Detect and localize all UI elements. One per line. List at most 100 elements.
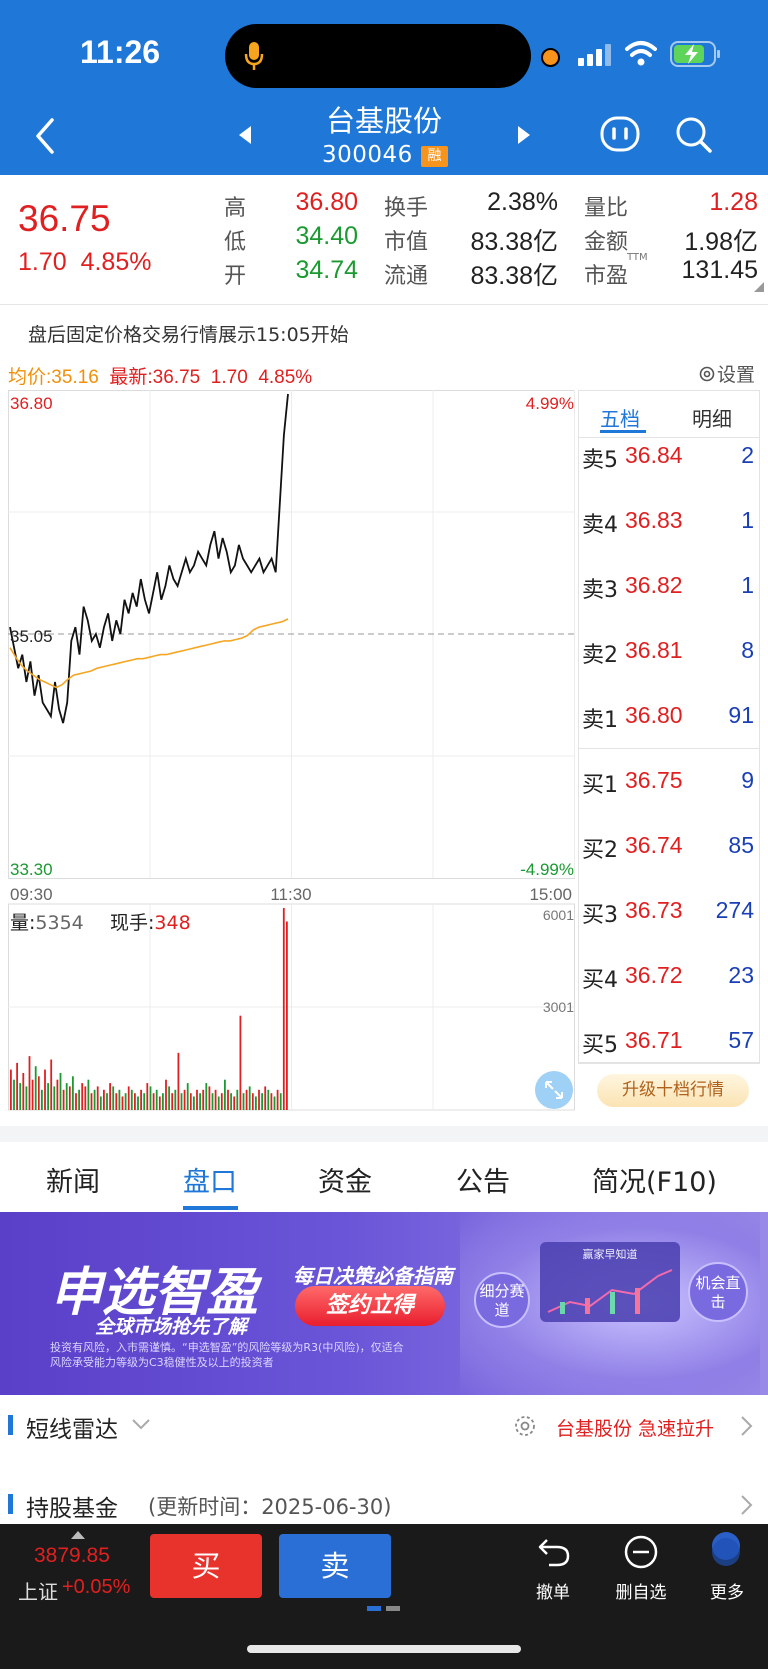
tab-capital[interactable]: 资金 bbox=[318, 1160, 372, 1199]
volume-bar bbox=[93, 1089, 96, 1110]
divider bbox=[578, 437, 760, 438]
expand-corner-icon[interactable] bbox=[754, 282, 764, 292]
chevron-right-icon[interactable] bbox=[740, 1494, 754, 1516]
stat-value: 1.98亿 bbox=[684, 228, 758, 256]
wifi-icon bbox=[625, 41, 657, 66]
volume-bar bbox=[44, 1069, 46, 1110]
chart-settings-button[interactable]: 设置 bbox=[697, 360, 755, 387]
chevron-down-icon[interactable] bbox=[131, 1418, 151, 1430]
stat-value: 2.38% bbox=[487, 188, 558, 216]
order-level-label: 卖5 bbox=[582, 448, 618, 473]
order-level-volume: 23 bbox=[728, 962, 754, 988]
more-icon[interactable] bbox=[710, 1530, 742, 1570]
stat-label: 量比 bbox=[584, 196, 629, 221]
cellular-signal-icon bbox=[578, 44, 611, 66]
stat-label: 换手 bbox=[384, 196, 429, 221]
active-tab-indicator bbox=[183, 1206, 238, 1210]
volume-bar bbox=[251, 1093, 254, 1110]
volume-bar bbox=[208, 1086, 211, 1110]
volume-bar bbox=[273, 1096, 276, 1110]
promo-banner[interactable]: 赢家早知道 细分赛道 机会直击 申选智盈 全球市场抢先了解 每日决策必备指南 签… bbox=[0, 1212, 768, 1395]
search-icon[interactable] bbox=[675, 116, 713, 154]
volume-bar bbox=[28, 1056, 31, 1110]
section-marker bbox=[8, 1494, 13, 1514]
chevron-right-icon[interactable] bbox=[740, 1415, 754, 1437]
more-label[interactable]: 更多 bbox=[702, 1578, 752, 1603]
volume-bar bbox=[233, 1096, 236, 1110]
volume-bar bbox=[193, 1096, 195, 1110]
tab-news[interactable]: 新闻 bbox=[46, 1160, 100, 1199]
radar-settings-icon[interactable] bbox=[512, 1413, 538, 1439]
remove-watchlist-label[interactable]: 删自选 bbox=[608, 1578, 674, 1603]
volume-bar bbox=[115, 1093, 118, 1110]
tab-detail[interactable]: 明细 bbox=[692, 403, 732, 432]
latest-change: 1.70 bbox=[210, 367, 248, 388]
volume-bar bbox=[143, 1093, 146, 1110]
order-level-price: 36.72 bbox=[625, 962, 683, 988]
volume-bar bbox=[258, 1089, 260, 1110]
banner-chart-board: 赢家早知道 bbox=[540, 1242, 680, 1322]
order-level-volume: 91 bbox=[728, 702, 754, 728]
volume-bar bbox=[106, 1093, 108, 1110]
index-value[interactable]: 3879.85 bbox=[34, 1544, 110, 1568]
volume-bar bbox=[165, 1079, 167, 1110]
volume-bar bbox=[90, 1093, 93, 1110]
volume-bar bbox=[224, 1079, 226, 1110]
fullscreen-button[interactable] bbox=[535, 1071, 573, 1109]
holding-funds-title[interactable]: 持股基金 bbox=[26, 1489, 118, 1523]
volume-bar bbox=[217, 1096, 220, 1110]
assistant-icon[interactable] bbox=[600, 116, 640, 154]
volume-label: 量:5354 bbox=[10, 912, 84, 934]
x-tick-label: 09:30 bbox=[10, 885, 53, 904]
tab-indicator bbox=[600, 430, 646, 433]
intraday-chart[interactable]: 36.80 35.05 33.30 4.99% -4.99% 09:30 11:… bbox=[8, 390, 576, 1114]
undo-icon[interactable] bbox=[537, 1534, 571, 1568]
vol-tick-label: 6001 bbox=[543, 907, 574, 923]
tab-five-levels[interactable]: 五档 bbox=[600, 403, 640, 432]
upgrade-ten-levels-button[interactable]: 升级十档行情 bbox=[597, 1074, 749, 1107]
order-level-label: 买4 bbox=[582, 968, 618, 993]
volume-bar bbox=[174, 1089, 177, 1110]
volume-bar bbox=[84, 1086, 87, 1110]
volume-bar bbox=[47, 1083, 49, 1110]
stat-label: 流通 bbox=[384, 264, 429, 289]
tab-f10-profile[interactable]: 简况(F10) bbox=[592, 1160, 717, 1199]
volume-bar bbox=[220, 1093, 223, 1110]
sell-button[interactable]: 卖 bbox=[279, 1534, 391, 1598]
volume-bar bbox=[130, 1089, 133, 1110]
buy-button[interactable]: 买 bbox=[150, 1534, 262, 1598]
tab-announcements[interactable]: 公告 bbox=[456, 1160, 510, 1199]
short-term-radar-title[interactable]: 短线雷达 bbox=[26, 1410, 118, 1444]
remove-watchlist-icon[interactable] bbox=[623, 1534, 659, 1570]
section-separator bbox=[0, 1126, 768, 1142]
order-level-price: 36.81 bbox=[625, 637, 683, 663]
volume-bar bbox=[81, 1083, 84, 1110]
volume-bar bbox=[59, 1073, 62, 1110]
y-high-label: 36.80 bbox=[10, 394, 53, 413]
margin-badge: 融 bbox=[421, 146, 448, 167]
gear-icon bbox=[699, 366, 715, 382]
volume-bar bbox=[227, 1089, 229, 1110]
divider bbox=[578, 1063, 760, 1064]
caret-up-icon[interactable] bbox=[70, 1530, 86, 1540]
order-level-volume: 274 bbox=[715, 897, 754, 923]
volume-bar bbox=[186, 1083, 189, 1110]
avg-price-label: 均价:35.16 bbox=[8, 367, 99, 388]
volume-bar bbox=[87, 1079, 90, 1110]
volume-bar bbox=[103, 1089, 105, 1110]
next-stock-icon[interactable] bbox=[516, 125, 532, 145]
pct-low-label: -4.99% bbox=[520, 860, 574, 879]
radar-alert[interactable]: 台基股份 急速拉升 bbox=[556, 1414, 714, 1441]
change-percent: 4.85% bbox=[80, 248, 152, 276]
order-level-volume: 2 bbox=[741, 442, 754, 468]
volume-bar bbox=[236, 1089, 239, 1110]
volume-bar bbox=[37, 1076, 40, 1110]
banner-tagline: 每日决策必备指南 bbox=[293, 1264, 453, 1288]
volume-bar bbox=[189, 1093, 192, 1110]
volume-bar bbox=[75, 1093, 77, 1110]
banner-cta-button[interactable]: 签约立得 bbox=[295, 1286, 445, 1326]
volume-bar bbox=[171, 1093, 174, 1110]
volume-bar bbox=[78, 1089, 80, 1110]
cancel-order-label[interactable]: 撤单 bbox=[528, 1578, 578, 1603]
tab-market-depth[interactable]: 盘口 bbox=[183, 1160, 237, 1199]
